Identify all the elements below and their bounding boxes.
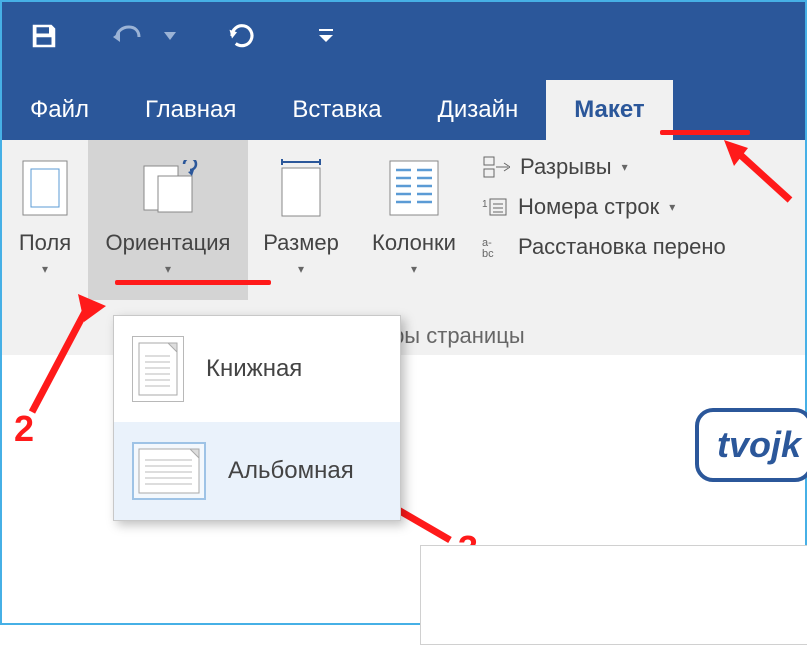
orientation-portrait-item[interactable]: Книжная [114,316,400,422]
portrait-icon [138,342,178,396]
breaks-label: Разрывы [520,154,612,180]
line-numbers-button[interactable]: 1 Номера строк ▾ [482,194,726,220]
chevron-down-icon: ▾ [298,262,304,276]
annotation-number-2: 2 [14,408,34,450]
columns-button[interactable]: Колонки ▾ [354,140,474,300]
ribbon-group-label: тры страницы [382,323,525,349]
orientation-icon [138,160,198,216]
line-numbers-label: Номера строк [518,194,659,220]
columns-label: Колонки [372,230,456,256]
annotation-underline-layout [660,130,750,135]
tab-file[interactable]: Файл [2,80,117,140]
orientation-dropdown: Книжная Альбомная [113,315,401,521]
margins-label: Поля [19,230,71,256]
save-button[interactable] [22,14,66,58]
undo-dropdown[interactable] [160,14,180,58]
document-canvas[interactable] [420,545,807,645]
columns-icon [389,160,439,216]
chevron-down-icon [164,32,176,40]
save-icon [29,21,59,51]
tab-home[interactable]: Главная [117,80,264,140]
orientation-button[interactable]: Ориентация ▾ [88,140,248,300]
customize-icon [317,27,335,45]
landscape-icon [138,448,200,494]
landscape-label: Альбомная [228,457,354,485]
svg-text:1: 1 [482,199,488,210]
size-icon [276,158,326,218]
undo-icon [111,23,145,49]
hyphenation-icon: a-bc [482,235,508,259]
redo-button[interactable] [220,14,264,58]
chevron-down-icon: ▾ [411,262,417,276]
orientation-label: Ориентация [106,230,231,256]
redo-icon [227,21,257,51]
chevron-down-icon: ▾ [165,262,171,276]
hyphenation-button[interactable]: a-bc Расстановка перено [482,234,726,260]
chevron-down-icon: ▾ [669,200,675,214]
annotation-underline-orientation [115,280,271,285]
chevron-down-icon: ▾ [42,262,48,276]
line-numbers-icon: 1 [482,195,508,219]
breaks-icon [482,155,510,179]
chevron-down-icon: ▾ [622,160,628,174]
tab-insert[interactable]: Вставка [264,80,409,140]
margins-button[interactable]: Поля ▾ [2,140,88,300]
tab-design[interactable]: Дизайн [410,80,547,140]
watermark-badge: tvojk [695,408,807,482]
portrait-label: Книжная [206,355,302,383]
svg-text:bc: bc [482,248,494,259]
size-label: Размер [263,230,339,256]
title-bar [2,2,805,70]
size-button[interactable]: Размер ▾ [248,140,354,300]
undo-button[interactable] [106,14,150,58]
breaks-button[interactable]: Разрывы ▾ [482,154,726,180]
hyphenation-label: Расстановка перено [518,234,726,260]
customize-qat-button[interactable] [304,14,348,58]
margins-icon [22,160,68,216]
orientation-landscape-item[interactable]: Альбомная [114,422,400,520]
tab-layout[interactable]: Макет [546,80,672,140]
